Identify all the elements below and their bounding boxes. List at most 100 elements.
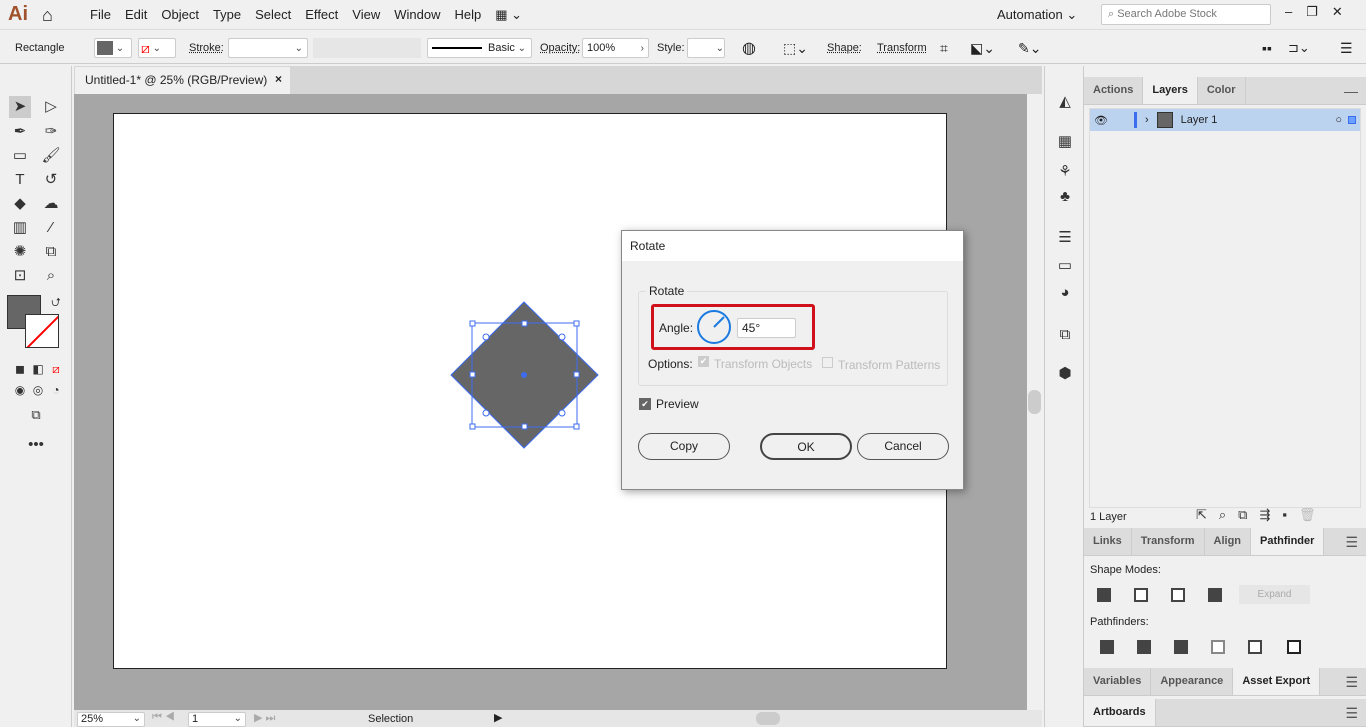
arrange-icon[interactable]: ▪▪ <box>1262 38 1272 58</box>
warp-tool-icon[interactable]: ☁ <box>40 193 62 215</box>
libraries-icon[interactable]: ⬢ <box>1055 364 1075 384</box>
rotate-tool-icon[interactable]: ↺ <box>40 169 62 191</box>
none-mode-icon[interactable]: ⧄ <box>45 358 67 380</box>
bottom-menu-icon[interactable]: ☰ <box>1345 674 1358 691</box>
arrange-documents-icon[interactable]: ▦ ⌄ <box>495 7 522 23</box>
direct-selection-tool-icon[interactable]: ▷ <box>40 96 62 118</box>
shape-builder-icon[interactable]: ⧉ <box>40 241 62 263</box>
pen-tool-icon[interactable]: ✒ <box>9 121 31 143</box>
stroke-icon[interactable]: ☰ <box>1055 228 1075 248</box>
status-menu-icon[interactable]: ▶ <box>494 711 502 724</box>
color-guide-icon[interactable]: ◭ <box>1055 92 1075 112</box>
brush-select[interactable]: Basic ⌄ <box>427 38 532 58</box>
align-options-icon[interactable]: ⬚⌄ <box>783 38 808 58</box>
ok-button[interactable]: OK <box>760 433 852 460</box>
visibility-eye-icon[interactable]: 👁 <box>1090 114 1112 127</box>
first-prev-artboard-icon[interactable]: ⏮ ◀ <box>152 711 175 724</box>
target-icon[interactable]: ○ <box>1335 114 1342 126</box>
stroke-swatch[interactable]: ⧄ ⌄ <box>138 38 176 58</box>
artboards-icon[interactable]: ⧉ <box>1055 326 1075 346</box>
tab-artboards[interactable]: Artboards <box>1084 699 1156 726</box>
layers-footer-icons[interactable]: ⇱⌕⧉⇶▪🗑 <box>1196 507 1327 523</box>
selection-tool-icon[interactable]: ➤ <box>9 96 31 118</box>
symbol-sprayer-icon[interactable]: ✺ <box>9 241 31 263</box>
pathfinder-menu-icon[interactable]: ☰ <box>1345 534 1358 551</box>
menu-type[interactable]: Type <box>213 7 241 23</box>
tab-pathfinder[interactable]: Pathfinder <box>1251 528 1325 555</box>
symbols-icon[interactable]: ⚘ <box>1055 162 1075 182</box>
vertical-scrollbar[interactable] <box>1027 94 1042 710</box>
menu-edit[interactable]: Edit <box>125 7 147 23</box>
tab-appearance[interactable]: Appearance <box>1151 668 1234 695</box>
preview-checkbox[interactable]: ✔ <box>639 398 651 410</box>
brushes-icon[interactable]: ♣ <box>1055 188 1075 208</box>
horizontal-scroll-thumb[interactable] <box>756 712 780 725</box>
eraser-tool-icon[interactable]: ◆ <box>9 193 31 215</box>
window-controls[interactable]: –❐✕ <box>1285 4 1357 20</box>
outline-icon[interactable] <box>1248 640 1262 654</box>
trim-icon[interactable] <box>1137 640 1151 654</box>
tab-asset-export[interactable]: Asset Export <box>1233 668 1321 695</box>
tab-align[interactable]: Align <box>1205 528 1252 555</box>
tab-links[interactable]: Links <box>1084 528 1132 555</box>
home-icon[interactable]: ⌂ <box>42 5 53 26</box>
menu-file[interactable]: File <box>90 7 111 23</box>
next-last-artboard-icon[interactable]: ▶ ⏭ <box>254 711 275 725</box>
document-tab[interactable]: Untitled-1* @ 25% (RGB/Preview) × <box>75 67 290 94</box>
draw-inside-icon[interactable]: ◔ <box>45 379 67 401</box>
intersect-icon[interactable] <box>1171 588 1185 602</box>
recolor-icon[interactable]: ◍ <box>742 38 756 58</box>
transform-objects-checkbox[interactable]: ✔ <box>698 356 709 367</box>
menu-help[interactable]: Help <box>454 7 481 23</box>
layers-menu-icon[interactable]: — <box>1344 83 1358 99</box>
tab-variables[interactable]: Variables <box>1084 668 1152 695</box>
expand-button[interactable]: Expand <box>1239 585 1310 604</box>
tab-color[interactable]: Color <box>1198 77 1246 104</box>
unite-icon[interactable] <box>1097 588 1111 602</box>
layer-name[interactable]: Layer 1 <box>1181 114 1218 126</box>
angle-input[interactable]: 45° <box>737 318 796 338</box>
zoom-tool-icon[interactable]: ⌕ <box>40 265 62 287</box>
distribute-icon[interactable]: ⊐⌄ <box>1288 38 1310 58</box>
tab-actions[interactable]: Actions <box>1084 77 1144 104</box>
rectangle-tool-icon[interactable]: ▭ <box>9 145 31 167</box>
panel-menu-icon[interactable]: ☰ <box>1340 38 1353 58</box>
fill-swatch[interactable]: ⌄ <box>94 38 132 58</box>
menu-window[interactable]: Window <box>394 7 440 23</box>
eyedropper-tool-icon[interactable]: ⁄ <box>40 217 62 239</box>
artboard-tool-icon[interactable]: ⊡ <box>9 265 31 287</box>
more-tools-icon[interactable]: ••• <box>25 434 47 456</box>
workspace-switcher[interactable]: Automation ⌄ <box>997 7 1077 23</box>
style-select[interactable]: ⌄ <box>687 38 725 58</box>
gradient-tool-icon[interactable]: ▥ <box>9 217 31 239</box>
paintbrush-tool-icon[interactable]: 🖌 <box>40 145 62 167</box>
swatches-icon[interactable]: ▦ <box>1055 132 1075 152</box>
stroke-color-icon[interactable] <box>25 314 59 348</box>
screen-mode-icon[interactable]: ⧉ <box>25 404 47 426</box>
menu-view[interactable]: View <box>352 7 380 23</box>
tab-transform[interactable]: Transform <box>1132 528 1205 555</box>
close-tab-icon[interactable]: × <box>275 72 282 86</box>
menu-select[interactable]: Select <box>255 7 291 23</box>
minus-front-icon[interactable] <box>1134 588 1148 602</box>
transform-link[interactable]: Transform <box>877 38 927 58</box>
layer-row[interactable]: 👁 › Layer 1 ○ <box>1090 109 1360 131</box>
expand-chevron-icon[interactable]: › <box>1145 114 1149 126</box>
divide-icon[interactable] <box>1100 640 1114 654</box>
transparency-icon[interactable]: ◕ <box>1055 284 1075 304</box>
swap-colors-icon[interactable]: ⮍ <box>45 291 67 313</box>
copy-button[interactable]: Copy <box>638 433 730 460</box>
merge-icon[interactable] <box>1174 640 1188 654</box>
shape-label[interactable]: Shape: <box>827 38 862 58</box>
stock-search-input[interactable]: ⌕ Search Adobe Stock <box>1101 4 1271 25</box>
curvature-tool-icon[interactable]: ✑ <box>40 121 62 143</box>
menu-object[interactable]: Object <box>161 7 199 23</box>
scroll-thumb[interactable] <box>1028 390 1041 414</box>
edit-icon[interactable]: ✎⌄ <box>1018 38 1041 58</box>
angle-dial-icon[interactable] <box>696 309 732 345</box>
type-tool-icon[interactable]: T <box>9 169 31 191</box>
artboard-select[interactable]: 1 ⌄ <box>188 712 246 727</box>
opacity-input[interactable]: 100% › <box>582 38 649 58</box>
crop-icon[interactable] <box>1211 640 1225 654</box>
exclude-icon[interactable] <box>1208 588 1222 602</box>
